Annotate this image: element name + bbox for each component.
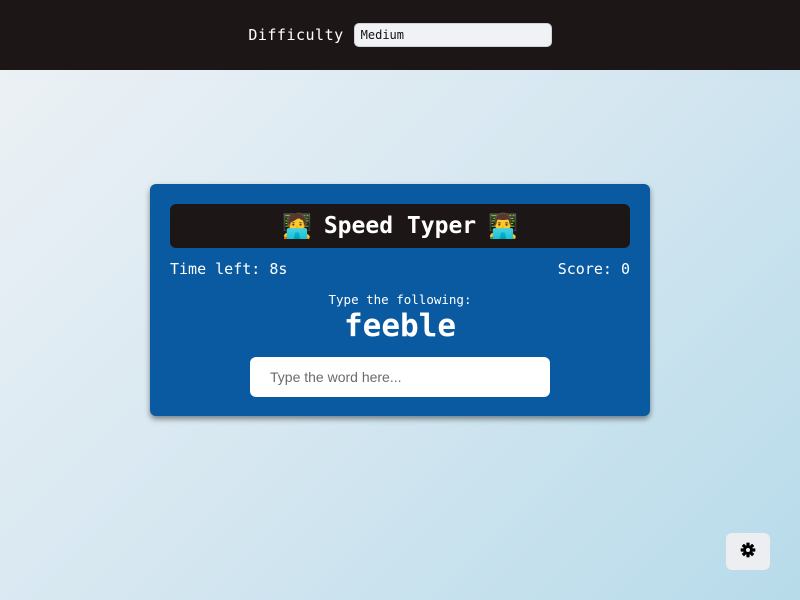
game-title-bar: 🧑‍💻 Speed Typer 👨‍💻 [170, 204, 630, 248]
target-word: feeble [344, 308, 456, 344]
difficulty-label: Difficulty [248, 26, 344, 44]
difficulty-select[interactable]: Medium [353, 23, 552, 47]
technologist-emoji-left: 🧑‍💻 [281, 212, 312, 240]
top-bar: Difficulty Medium [0, 0, 800, 70]
prompt-label: Type the following: [328, 292, 472, 307]
settings-button[interactable] [726, 533, 770, 570]
game-title: Speed Typer [323, 213, 477, 239]
time-left: Time left: 8s [170, 260, 288, 278]
gear-icon [740, 542, 756, 562]
technologist-emoji-right: 👨‍💻 [488, 212, 519, 240]
score: Score: 0 [557, 260, 630, 278]
difficulty-selected-value: Medium [360, 28, 405, 42]
word-input[interactable] [250, 357, 550, 397]
game-card: 🧑‍💻 Speed Typer 👨‍💻 Time left: 8s Score:… [150, 184, 650, 416]
